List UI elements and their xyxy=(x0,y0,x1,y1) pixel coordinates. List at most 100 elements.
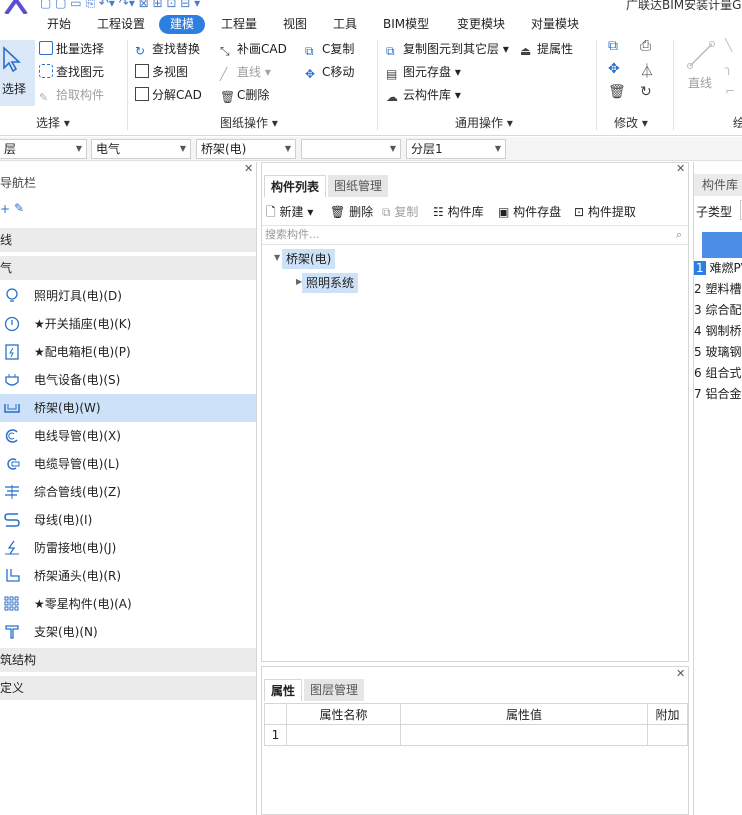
copy-to-layer-button[interactable]: ⧉ 复制图元到其它层 ▾ xyxy=(386,40,509,58)
c-delete-button[interactable]: 🗑 C删除 xyxy=(220,86,269,104)
tree-node-cable-tray[interactable]: 桥架(电) xyxy=(282,249,336,269)
nav-add-icon[interactable]: + xyxy=(0,202,10,216)
extract-attribute-button[interactable]: ⏏ 提属性 xyxy=(520,40,573,58)
component-save-button[interactable]: ▣ 构件存盘 xyxy=(498,203,561,221)
nav-item-cable-tray[interactable]: 桥架(电)(W) xyxy=(0,394,256,422)
general-group-label[interactable]: 通用操作 ▾ xyxy=(455,114,513,131)
tree-node-lighting-system[interactable]: 照明系统 xyxy=(302,273,359,293)
nav-category-building[interactable]: 筑结构 xyxy=(0,648,256,672)
close-icon[interactable]: ✕ xyxy=(676,667,685,680)
copy-tool-icon[interactable]: ⧉ xyxy=(608,38,618,54)
nav-category[interactable]: 线 xyxy=(0,228,256,252)
tab-change-module[interactable]: 变更模块 xyxy=(457,15,505,34)
cloud-library-button[interactable]: ☁ 云构件库 ▾ xyxy=(386,86,461,104)
find-element-button[interactable]: 查找图元 xyxy=(39,63,104,81)
c-copy-button[interactable]: ⧉ C复制 xyxy=(305,40,354,58)
nav-item-wire-conduit[interactable]: 电线导管(电)(X) xyxy=(0,422,256,450)
nav-item-cable-conduit[interactable]: 电缆导管(电)(L) xyxy=(0,450,256,478)
component-select[interactable]: ▼ xyxy=(301,139,401,159)
tab-drawing-management[interactable]: 图纸管理 xyxy=(328,175,389,197)
close-icon[interactable]: ✕ xyxy=(244,162,253,175)
pick-component-button[interactable]: ✎ 拾取构件 xyxy=(39,86,104,104)
tab-start[interactable]: 开始 xyxy=(47,15,71,34)
nav-category-custom[interactable]: 定义 xyxy=(0,676,256,700)
nav-item-misc-component[interactable]: ★零星构件(电)(A) xyxy=(0,590,256,618)
bracket-icon xyxy=(5,625,19,639)
nav-item-switch-socket[interactable]: ★开关插座(电)(K) xyxy=(0,310,256,338)
nav-item-integrated-pipeline[interactable]: 综合管线(电)(Z) xyxy=(0,478,256,506)
rect-tool-icon[interactable]: ⌐ xyxy=(725,84,735,98)
ribbon-separator xyxy=(127,40,128,130)
tab-modeling[interactable]: 建模 xyxy=(159,15,206,34)
list-item[interactable]: 7 铝合金 xyxy=(694,384,742,405)
discipline-select[interactable]: 电气 ▼ xyxy=(91,139,191,159)
draw-group-label[interactable]: 绘 xyxy=(733,114,742,131)
mirror-file-icon[interactable]: ⎙ xyxy=(640,38,651,54)
bulb-icon xyxy=(6,288,18,302)
list-item[interactable]: 3 综合配 xyxy=(694,300,742,321)
tab-layer-management[interactable]: 图层管理 xyxy=(304,679,365,701)
tab-properties[interactable]: 属性 xyxy=(264,679,303,701)
find-replace-icon: ↻ xyxy=(135,44,146,58)
batch-select-button[interactable]: 批量选择 xyxy=(39,40,104,58)
nav-item-bracket[interactable]: 支架(电)(N) xyxy=(0,618,256,646)
delete-tool-icon[interactable]: 🗑 xyxy=(608,84,626,100)
find-replace-button[interactable]: ↻ 查找替换 xyxy=(135,40,200,58)
sublayer-select[interactable]: 分层1 ▼ xyxy=(406,139,506,159)
nav-item-electrical-device[interactable]: 电气设备(电)(S) xyxy=(0,366,256,394)
tab-bim-model[interactable]: BIM模型 xyxy=(383,15,429,34)
nav-item-tray-fitting[interactable]: 桥架通头(电)(R) xyxy=(0,562,256,590)
arc-icon[interactable]: ╲ xyxy=(725,38,732,52)
nav-item-lighting[interactable]: 照明灯具(电)(D) xyxy=(0,282,256,310)
list-item[interactable]: 4 钢制桥 xyxy=(694,321,742,342)
mirror-icon[interactable]: ⏃ xyxy=(640,61,654,81)
move-tool-icon[interactable]: ✥ xyxy=(608,61,620,77)
multi-view-button[interactable]: 多视图 xyxy=(135,63,188,81)
arc-tool-icon[interactable]: ╮ xyxy=(725,61,732,75)
list-item[interactable]: 6 组合式 xyxy=(694,363,742,384)
line-dropdown-button[interactable]: ╱ 直线 ▾ xyxy=(220,63,271,81)
copy-component-button[interactable]: ⧉ 复制 xyxy=(382,203,418,221)
select-button[interactable]: 选择 xyxy=(0,40,35,106)
component-search-input[interactable]: 搜索构件... ⌕ xyxy=(262,225,688,245)
tab-quantity[interactable]: 工程量 xyxy=(221,15,257,34)
ribbon-separator xyxy=(377,40,378,130)
draw-line-button[interactable]: 直线 xyxy=(688,74,712,92)
search-icon: ⌕ xyxy=(675,228,682,241)
c-move-button[interactable]: ✥ C移动 xyxy=(305,63,354,81)
element-save-button[interactable]: ▤ 图元存盘 ▾ xyxy=(386,63,461,81)
select-group-label[interactable]: 选择 ▾ xyxy=(36,114,70,131)
list-item[interactable]: 5 玻璃钢 xyxy=(694,342,742,363)
component-library-button[interactable]: ☷ 构件库 xyxy=(433,203,484,221)
pipeline-icon xyxy=(5,485,19,499)
list-item[interactable]: 2 塑料槽 xyxy=(694,279,742,300)
tab-project-settings[interactable]: 工程设置 xyxy=(97,15,145,34)
component-type-select[interactable]: 桥架(电) ▼ xyxy=(196,139,296,159)
tab-reconcile-module[interactable]: 对量模块 xyxy=(531,15,579,34)
table-row[interactable]: 1 xyxy=(264,724,688,746)
nav-item-lightning-grounding[interactable]: 防雷接地(电)(J) xyxy=(0,534,256,562)
ribbon-tab-bar: 开始 工程设置 建模 工程量 视图 工具 BIM模型 变更模块 对量模块 xyxy=(0,14,742,36)
floor-select[interactable]: 层 ▼ xyxy=(0,139,87,159)
tab-view[interactable]: 视图 xyxy=(283,15,307,34)
new-component-button[interactable]: 🗋 新建 ▾ xyxy=(266,203,313,221)
list-item[interactable]: 1 难燃PV xyxy=(694,258,742,279)
cable-conduit-icon xyxy=(7,458,20,470)
tab-component-list[interactable]: 构件列表 xyxy=(264,175,327,197)
drawing-group-label[interactable]: 图纸操作 ▾ xyxy=(220,114,278,131)
patch-cad-button[interactable]: ⤡ 补画CAD xyxy=(220,40,287,58)
edit-icon[interactable]: ✎ xyxy=(14,201,24,215)
quick-access-icons[interactable]: ▢ ▢ ▭ ⎘ ↶▾ ↷▾ ⊠ ⊞ ⊡ ⊟ ▾ xyxy=(40,0,200,11)
explode-cad-button[interactable]: 分解CAD xyxy=(135,86,202,104)
modify-group-label[interactable]: 修改 ▾ xyxy=(614,114,648,131)
nav-category-electrical[interactable]: 气 xyxy=(0,256,256,280)
tree-expand-icon[interactable]: ▼ xyxy=(274,253,280,262)
close-icon[interactable]: ✕ xyxy=(676,162,685,175)
rotate-icon[interactable]: ↻ xyxy=(640,84,652,100)
nav-item-busbar[interactable]: 母线(电)(I) xyxy=(0,506,256,534)
component-extract-button[interactable]: ⊡ 构件提取 xyxy=(574,203,636,221)
delete-component-button[interactable]: 🗑 删除 xyxy=(330,203,373,221)
tab-tools[interactable]: 工具 xyxy=(333,15,357,34)
new-icon: 🗋 xyxy=(266,205,276,219)
nav-item-distribution-box[interactable]: ★配电箱柜(电)(P) xyxy=(0,338,256,366)
